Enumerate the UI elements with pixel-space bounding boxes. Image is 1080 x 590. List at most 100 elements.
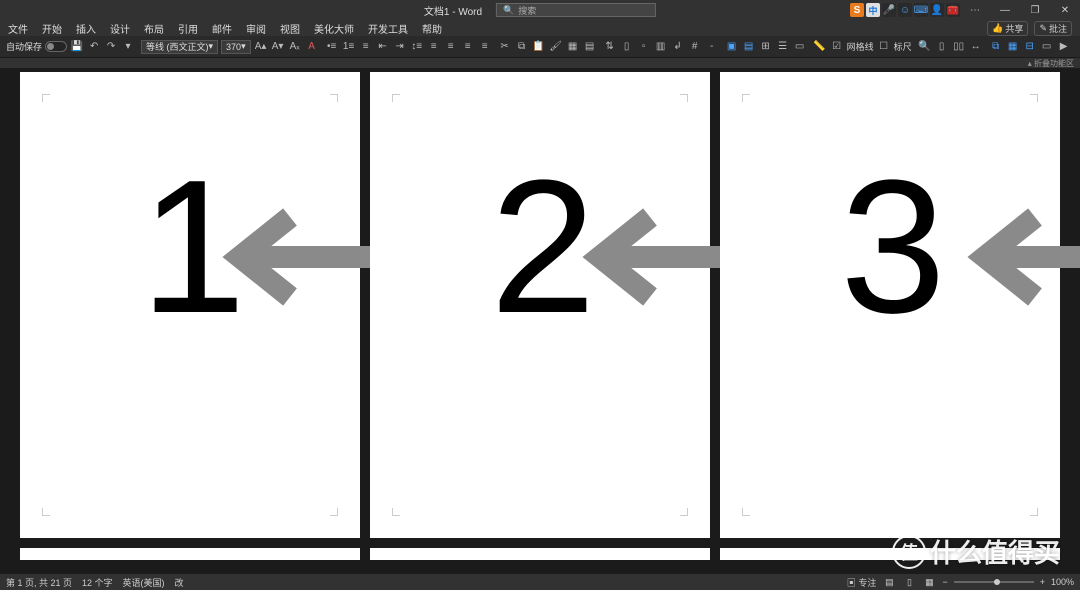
minimize-button[interactable]: — xyxy=(990,0,1020,20)
read-mode-icon[interactable]: ▣ xyxy=(725,40,739,54)
ime-toolbox-icon[interactable]: 🧰 xyxy=(946,3,960,17)
zoom-icon[interactable]: 🔍 xyxy=(918,40,932,54)
focus-mode-button[interactable]: ▣ 专注 xyxy=(847,576,877,589)
bullets-icon[interactable]: •≡ xyxy=(325,40,339,54)
menu-layout[interactable]: 布局 xyxy=(144,21,164,36)
page-3[interactable]: 3 xyxy=(720,72,1060,538)
hyphenation-icon[interactable]: - xyxy=(705,40,719,54)
font-size-box[interactable]: 370 ▾ xyxy=(221,40,251,54)
size-icon[interactable]: ▫ xyxy=(637,40,651,54)
shading-icon[interactable]: ▤ xyxy=(583,40,597,54)
status-language[interactable]: 英语(美国) xyxy=(123,576,165,589)
menu-view[interactable]: 视图 xyxy=(280,21,300,36)
ime-keyboard-icon[interactable]: ⌨ xyxy=(914,3,928,17)
increase-indent-icon[interactable]: ⇥ xyxy=(393,40,407,54)
zoom-level[interactable]: 100% xyxy=(1051,577,1074,587)
menu-insert[interactable]: 插入 xyxy=(76,21,96,36)
status-words[interactable]: 12 个字 xyxy=(82,576,113,589)
page-4[interactable] xyxy=(20,548,360,560)
zoom-out-button[interactable]: − xyxy=(942,577,947,587)
autosave-toggle[interactable] xyxy=(45,41,67,52)
split-icon[interactable]: ⊟ xyxy=(1023,40,1037,54)
ime-sogou-icon[interactable]: S xyxy=(850,3,864,17)
font-color-icon[interactable]: A xyxy=(305,40,319,54)
maximize-button[interactable]: ❐ xyxy=(1020,0,1050,20)
collapse-ribbon-button[interactable]: ▴ 折叠功能区 xyxy=(1028,58,1074,69)
borders-icon[interactable]: ▦ xyxy=(566,40,580,54)
outline-icon[interactable]: ☰ xyxy=(776,40,790,54)
macros-icon[interactable]: ▶ xyxy=(1057,40,1071,54)
ime-emoji-icon[interactable]: ☺ xyxy=(898,3,912,17)
close-button[interactable]: ✕ xyxy=(1050,0,1080,20)
format-painter-icon[interactable]: 🖌 xyxy=(549,40,563,54)
page-5[interactable] xyxy=(370,548,710,560)
status-page[interactable]: 第 1 页, 共 21 页 xyxy=(6,576,72,589)
ime-lang-zh[interactable]: 中 xyxy=(866,3,880,17)
menu-file[interactable]: 文件 xyxy=(8,21,28,36)
window-options-button[interactable]: ⋯ xyxy=(960,0,990,20)
paste-icon[interactable]: 📋 xyxy=(532,40,546,54)
font-name-box[interactable]: 等线 (西文正文) ▾ xyxy=(141,40,218,54)
ime-user-icon[interactable]: 👤 xyxy=(930,3,944,17)
orientation-icon[interactable]: ▯ xyxy=(620,40,634,54)
margin-mark-icon xyxy=(680,508,688,516)
redo-icon[interactable]: ↷ xyxy=(104,40,118,54)
align-right-icon[interactable]: ≡ xyxy=(461,40,475,54)
ruler-checkbox[interactable]: ☐ xyxy=(877,40,891,54)
web-layout-icon[interactable]: ⊞ xyxy=(759,40,773,54)
switch-windows-icon[interactable]: ▭ xyxy=(1040,40,1054,54)
menu-design[interactable]: 设计 xyxy=(110,21,130,36)
gridlines-checkbox[interactable]: ☑ xyxy=(830,40,844,54)
line-numbers-icon[interactable]: # xyxy=(688,40,702,54)
qat-dropdown-icon[interactable]: ▾ xyxy=(121,40,135,54)
search-box[interactable]: 🔍 搜索 xyxy=(496,3,656,17)
web-view-icon[interactable]: ▦ xyxy=(922,576,936,588)
ime-mic-icon[interactable]: 🎤 xyxy=(882,3,896,17)
text-direction-icon[interactable]: ⇅ xyxy=(603,40,617,54)
grow-font-icon[interactable]: A▴ xyxy=(254,40,268,54)
menu-developer[interactable]: 开发工具 xyxy=(368,21,408,36)
multilevel-icon[interactable]: ≡ xyxy=(359,40,373,54)
arrange-all-icon[interactable]: ▦ xyxy=(1006,40,1020,54)
ruler-label: 标尺 xyxy=(894,40,912,53)
zoom-in-button[interactable]: + xyxy=(1040,577,1045,587)
line-spacing-icon[interactable]: ↕≡ xyxy=(410,40,424,54)
align-left-icon[interactable]: ≡ xyxy=(427,40,441,54)
document-canvas[interactable]: 1 2 3 xyxy=(0,68,1080,560)
print-layout-icon[interactable]: ▤ xyxy=(742,40,756,54)
justify-icon[interactable]: ≡ xyxy=(478,40,492,54)
menu-beautify[interactable]: 美化大师 xyxy=(314,21,354,36)
shrink-font-icon[interactable]: A▾ xyxy=(271,40,285,54)
undo-icon[interactable]: ↶ xyxy=(87,40,101,54)
menu-references[interactable]: 引用 xyxy=(178,21,198,36)
cut-icon[interactable]: ✂ xyxy=(498,40,512,54)
menu-help[interactable]: 帮助 xyxy=(422,21,442,36)
margin-mark-icon xyxy=(330,508,338,516)
print-view-icon[interactable]: ▯ xyxy=(902,576,916,588)
numbering-icon[interactable]: 1≡ xyxy=(342,40,356,54)
page-1[interactable]: 1 xyxy=(20,72,360,538)
menu-home[interactable]: 开始 xyxy=(42,21,62,36)
align-center-icon[interactable]: ≡ xyxy=(444,40,458,54)
margin-mark-icon xyxy=(1030,94,1038,102)
decrease-indent-icon[interactable]: ⇤ xyxy=(376,40,390,54)
menu-review[interactable]: 审阅 xyxy=(246,21,266,36)
breaks-icon[interactable]: ↲ xyxy=(671,40,685,54)
status-overtype[interactable]: 改 xyxy=(175,576,184,589)
page-2[interactable]: 2 xyxy=(370,72,710,538)
share-button[interactable]: 👍共享 xyxy=(987,21,1028,36)
clear-format-icon[interactable]: Aₓ xyxy=(288,40,302,54)
columns-icon[interactable]: ▥ xyxy=(654,40,668,54)
page-width-icon[interactable]: ↔ xyxy=(969,40,983,54)
one-page-icon[interactable]: ▯ xyxy=(935,40,949,54)
comments-button[interactable]: ✎批注 xyxy=(1034,21,1072,36)
read-view-icon[interactable]: ▤ xyxy=(882,576,896,588)
ruler-icon[interactable]: 📏 xyxy=(813,40,827,54)
multi-page-icon[interactable]: ▯▯ xyxy=(952,40,966,54)
new-window-icon[interactable]: ⧉ xyxy=(989,40,1003,54)
copy-icon[interactable]: ⧉ xyxy=(515,40,529,54)
zoom-slider[interactable] xyxy=(954,581,1034,583)
draft-icon[interactable]: ▭ xyxy=(793,40,807,54)
menu-mailings[interactable]: 邮件 xyxy=(212,21,232,36)
save-icon[interactable]: 💾 xyxy=(70,40,84,54)
